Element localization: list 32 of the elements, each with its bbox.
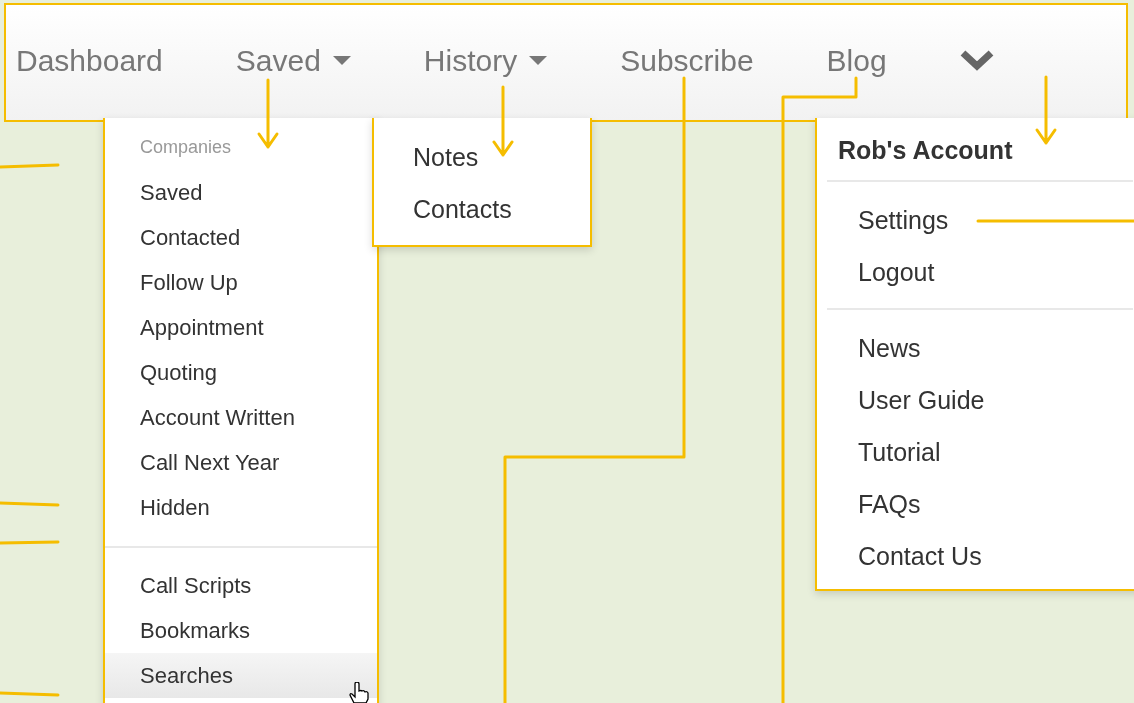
leader-line [0, 501, 60, 507]
leader-line [0, 163, 60, 169]
leader-line [0, 540, 60, 545]
menu-item[interactable]: User Guide [817, 374, 1134, 426]
nav-dropdown[interactable]: History [423, 43, 548, 78]
menu-header: Rob's Account [837, 135, 1014, 166]
nav-link[interactable]: Blog [826, 43, 887, 78]
menu-item[interactable]: Notes [374, 131, 590, 183]
menu-item[interactable]: Searches [105, 653, 377, 698]
menu-item[interactable]: Follow Up [105, 260, 377, 305]
menu-item[interactable]: News [817, 322, 1134, 374]
menu-item[interactable]: Contact Us [817, 530, 1134, 582]
menu-item[interactable]: Appointment [105, 305, 377, 350]
menu-item[interactable]: Settings [817, 194, 1134, 246]
menu-header: Companies [139, 136, 233, 159]
menu-item[interactable]: Contacts [374, 183, 590, 235]
chevron-down-icon[interactable] [959, 49, 994, 72]
nav-link[interactable]: Dashboard [16, 43, 163, 78]
nav-dropdown[interactable]: Saved [235, 43, 351, 78]
menu-item[interactable]: Tutorial [817, 426, 1134, 478]
menu-item[interactable]: Call Scripts [105, 563, 377, 608]
menu-item[interactable]: Logout [817, 246, 1134, 298]
menu-item[interactable]: Quoting [105, 350, 377, 395]
caret-icon [332, 55, 351, 66]
caret-icon [529, 55, 548, 66]
menu-item[interactable]: Account Written [105, 395, 377, 440]
nav-link[interactable]: Subscribe [620, 43, 754, 78]
menu-item[interactable]: Hidden [105, 485, 377, 530]
menu-item[interactable]: Call Next Year [105, 440, 377, 485]
menu-item[interactable]: FAQs [817, 478, 1134, 530]
leader-line [0, 691, 60, 697]
menu-item[interactable]: Bookmarks [105, 608, 377, 653]
